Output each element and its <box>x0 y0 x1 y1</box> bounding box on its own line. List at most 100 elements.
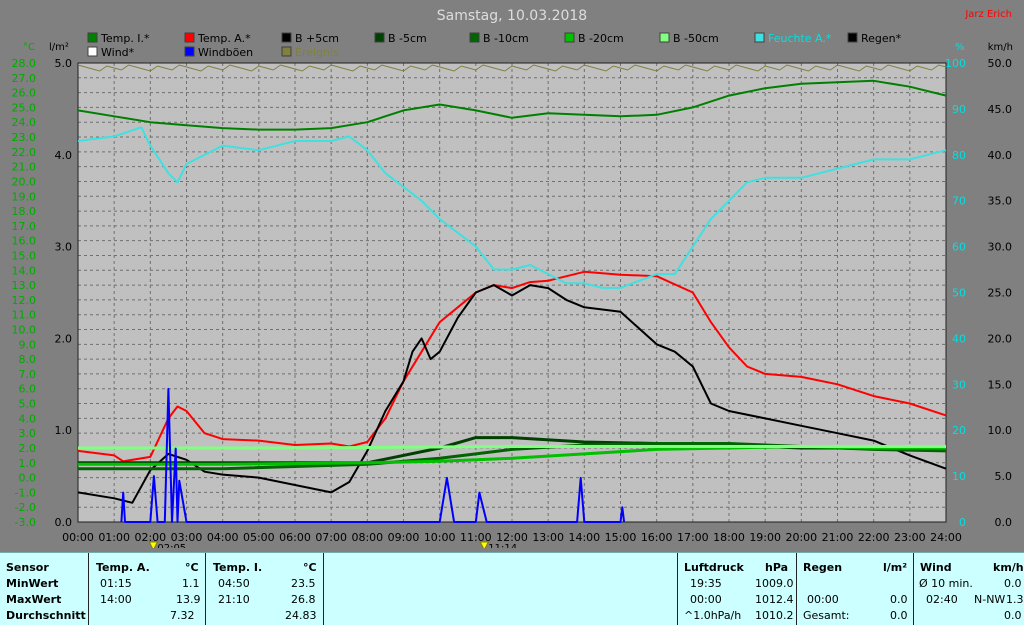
temp-a-header: Temp. A. <box>96 561 150 574</box>
wind-tick-label: 35.0 <box>988 195 1013 208</box>
temp-i-header: Temp. I. <box>213 561 263 574</box>
temp-unit-label: °C <box>23 42 35 53</box>
temp-tick-label: 22.0 <box>12 146 37 159</box>
temp-tick-label: 1.0 <box>19 457 37 470</box>
author-label: Jarz Erich <box>964 9 1012 20</box>
temp-tick-label: 16.0 <box>12 235 37 248</box>
temp-a-unit: °C <box>185 561 199 574</box>
rain-max: 0.0 <box>890 593 908 606</box>
time-tick-label: 09:00 <box>388 531 420 544</box>
legend-label: Ereignis <box>295 46 339 59</box>
time-tick-label: 18:00 <box>713 531 745 544</box>
event-marker-label: 02:05 <box>157 543 186 548</box>
row-label-avg: Durchschnitt <box>6 609 86 622</box>
weather-chart-window: 28.0 27.0 26.0 25.0 24.0 23.0 22.0 21.0 20.0 19.0… <box>0 0 1024 625</box>
time-tick-label: 08:00 <box>351 531 383 544</box>
column-divider <box>913 553 914 625</box>
wind-tick-label: 0.0 <box>995 516 1013 529</box>
row-label-min: MinWert <box>6 577 59 590</box>
humidity-tick-label: 0 <box>959 516 966 529</box>
chart-title: Samstag, 10.03.2018 <box>437 8 587 24</box>
temp-i-unit: °C <box>303 561 317 574</box>
temp-tick-label: 17.0 <box>12 220 37 233</box>
temp-tick-label: 11.0 <box>12 309 37 322</box>
temp-i-max-time: 21:10 <box>218 593 250 606</box>
temp-a-min-time: 01:15 <box>100 577 132 590</box>
temp-tick-label: 19.0 <box>12 190 37 203</box>
wind-header: Wind <box>920 561 952 574</box>
legend-swatch <box>87 32 98 43</box>
time-tick-label: 15:00 <box>605 531 637 544</box>
column-divider <box>88 553 89 625</box>
humidity-tick-label: 100 <box>945 57 966 70</box>
humidity-tick-label: 70 <box>952 195 966 208</box>
temp-tick-label: 24.0 <box>12 116 37 129</box>
wind-unit: km/h <box>993 561 1024 574</box>
time-tick-label: 19:00 <box>749 531 781 544</box>
temp-a-max: 13.9 <box>176 593 201 606</box>
temp-tick-label: 13.0 <box>12 279 37 292</box>
temp-i-min: 23.5 <box>291 577 316 590</box>
rain-tick-label: 4.0 <box>55 149 73 162</box>
time-tick-label: 00:00 <box>62 531 94 544</box>
column-divider <box>205 553 206 625</box>
event-marker-label: 11:14 <box>488 543 517 548</box>
series-line-b-50cm <box>78 445 946 450</box>
time-tick-label: 10:00 <box>424 531 456 544</box>
legend-label: Wind* <box>101 46 135 59</box>
rain-tick-label: 1.0 <box>55 424 73 437</box>
wind-avg-label: Ø 10 min. <box>919 577 973 590</box>
legend-label: Temp. A.* <box>197 32 251 45</box>
time-tick-label: 22:00 <box>858 531 890 544</box>
rain-header: Regen <box>803 561 843 574</box>
temp-tick-label: 0.0 <box>19 472 37 485</box>
humidity-tick-label: 60 <box>952 241 966 254</box>
legend-swatch <box>374 32 385 43</box>
time-tick-label: 16:00 <box>641 531 673 544</box>
wind-tick-label: 10.0 <box>988 424 1013 437</box>
temp-tick-label: -3.0 <box>15 516 36 529</box>
wind-max: 1.3 <box>1006 593 1024 606</box>
humidity-tick-label: 40 <box>952 332 966 345</box>
wind-tick-label: 30.0 <box>988 241 1013 254</box>
temp-tick-label: 8.0 <box>19 353 37 366</box>
temp-a-avg: 7.32 <box>170 609 195 622</box>
rain-max-time: 00:00 <box>807 593 839 606</box>
legend-label: B -50cm <box>673 32 719 45</box>
legend-swatch <box>184 46 195 57</box>
temp-tick-label: 14.0 <box>12 264 37 277</box>
time-tick-label: 21:00 <box>822 531 854 544</box>
legend-label: B -10cm <box>483 32 529 45</box>
temp-tick-label: 9.0 <box>19 338 37 351</box>
temp-a-max-time: 14:00 <box>100 593 132 606</box>
time-tick-label: 23:00 <box>894 531 926 544</box>
temp-tick-label: 12.0 <box>12 294 37 307</box>
pressure-header: Luftdruck <box>684 561 744 574</box>
legend-swatch <box>281 32 292 43</box>
pressure-trend: ^1.0hPa/h <box>684 609 742 622</box>
humidity-unit-label: % <box>955 42 965 53</box>
humidity-tick-label: 80 <box>952 149 966 162</box>
legend-label: B +5cm <box>295 32 339 45</box>
rain-tick-label: 0.0 <box>55 516 73 529</box>
legend-swatch <box>87 46 98 57</box>
temp-i-avg: 24.83 <box>285 609 317 622</box>
legend-label: Feuchte A.* <box>768 32 832 45</box>
rain-tick-label: 2.0 <box>55 332 73 345</box>
time-tick-label: 06:00 <box>279 531 311 544</box>
temp-tick-label: 21.0 <box>12 161 37 174</box>
wind-unit-label: km/h <box>988 42 1013 53</box>
column-divider <box>323 553 324 625</box>
humidity-tick-label: 50 <box>952 287 966 300</box>
legend-swatch <box>847 32 858 43</box>
rain-tick-label: 3.0 <box>55 241 73 254</box>
humidity-tick-label: 30 <box>952 378 966 391</box>
temp-tick-label: 25.0 <box>12 101 37 114</box>
temp-tick-label: -1.0 <box>15 486 36 499</box>
pressure-avg: 1010.2 <box>755 609 794 622</box>
time-tick-label: 17:00 <box>677 531 709 544</box>
time-tick-label: 20:00 <box>785 531 817 544</box>
wind-total: 0.0 <box>1004 609 1022 622</box>
pressure-unit: hPa <box>765 561 789 574</box>
wind-tick-label: 40.0 <box>988 149 1013 162</box>
